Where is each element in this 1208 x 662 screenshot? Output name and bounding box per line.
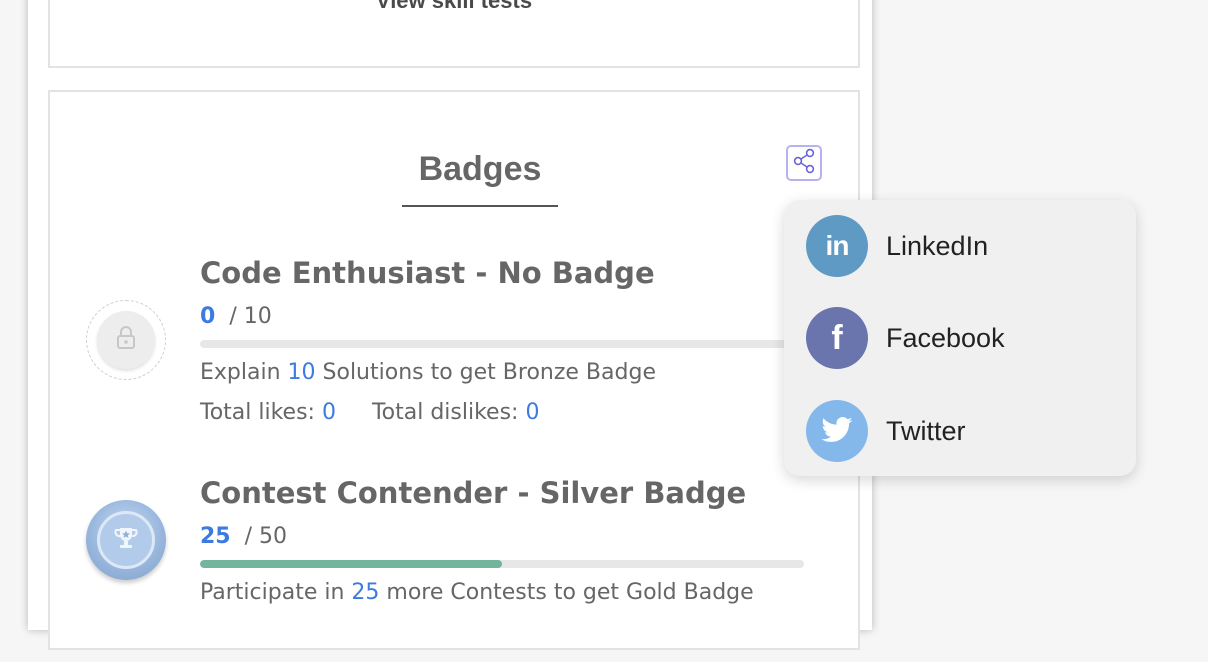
badge-progress-bar [200,560,804,568]
badge-item-contest-contender: Contest Contender - Silver Badge 25 / 50… [50,462,862,662]
lock-icon [114,325,138,355]
badge-progress-bar [200,340,804,348]
facebook-icon: f [806,307,868,369]
twitter-icon [806,400,868,462]
linkedin-icon: in [806,215,868,277]
share-icon [791,148,817,178]
badges-section: Badges Code Enthusiast - No Badge 0 / 10… [48,90,860,650]
share-linkedin-label: LinkedIn [886,230,989,261]
badge-likes-stats: Total likes: 0 Total dislikes: 0 [200,400,540,425]
share-twitter-label: Twitter [886,415,966,446]
badge-item-code-enthusiast: Code Enthusiast - No Badge 0 / 10 Explai… [50,242,862,442]
badge-requirement: Participate in 25 more Contests to get G… [200,580,754,605]
total-likes-value: 0 [321,400,336,425]
badge-progress-count: 25 / 50 [200,524,288,549]
share-button[interactable] [786,145,822,181]
lock-badge-icon [86,300,166,380]
badge-progress-count: 0 / 10 [200,304,272,329]
share-facebook-button[interactable]: f Facebook [806,307,1116,369]
silver-badge-icon [86,500,166,580]
trophy-icon [112,524,140,556]
main-card: View skill tests Badges Code Enthusiast … [28,0,872,650]
share-menu: in LinkedIn f Facebook Twitter [784,200,1136,476]
share-linkedin-button[interactable]: in LinkedIn [806,215,1116,277]
view-skill-tests-link[interactable]: View skill tests [50,0,858,14]
badge-requirement: Explain 10 Solutions to get Bronze Badge [200,360,656,385]
badge-title: Code Enthusiast - No Badge [200,256,655,290]
share-facebook-label: Facebook [886,322,1005,353]
skill-tests-section: View skill tests [48,0,860,68]
badges-title: Badges [402,150,558,207]
total-dislikes-value: 0 [525,400,540,425]
share-twitter-button[interactable]: Twitter [806,400,1116,462]
badge-title: Contest Contender - Silver Badge [200,476,747,510]
